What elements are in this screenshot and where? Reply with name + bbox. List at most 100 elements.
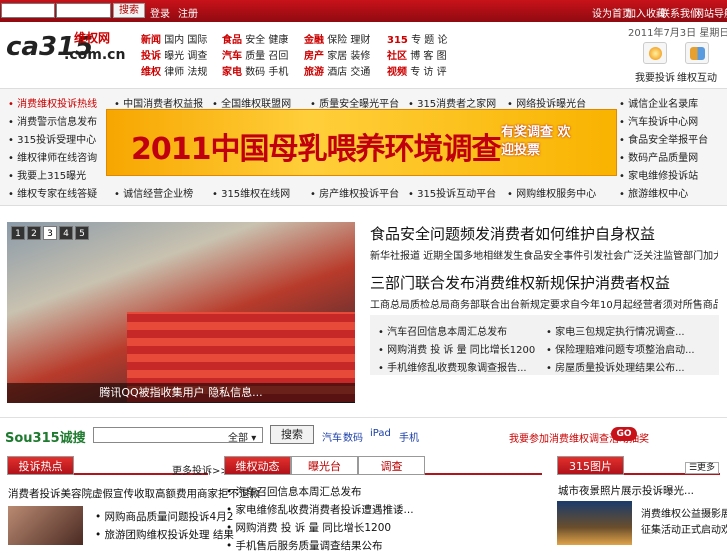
nav-link[interactable]: 曝光 [164, 51, 184, 62]
nav-link[interactable]: 保险 [327, 35, 347, 46]
nav-link[interactable]: 专 [410, 67, 420, 78]
nav-link[interactable]: 食品 [222, 35, 242, 46]
dir-link[interactable]: • 315投诉受理中心 [8, 131, 96, 146]
survey-banner[interactable]: 2011中国母乳喂养环境调查 有奖调查 欢迎投票 [106, 109, 617, 176]
nav-link[interactable]: 手机 [268, 67, 288, 78]
top-search-input[interactable] [1, 3, 55, 18]
tab-photos[interactable]: 315图片 [557, 456, 624, 475]
nav-link[interactable]: 博 [410, 51, 420, 62]
nav-link[interactable]: 房产 [304, 51, 324, 62]
list-item[interactable]: • 网购商品质量问题投诉4月2 [95, 509, 233, 524]
dir-link[interactable]: • 维权专家在线答疑 [8, 185, 97, 200]
dir-link[interactable]: • 食品安全举报平台 [619, 131, 708, 146]
nav-link[interactable]: 专 [411, 35, 421, 46]
sou-hot-link[interactable]: 数码 [343, 429, 363, 444]
nav-link[interactable]: 数码 [245, 67, 265, 78]
slide-page-5[interactable]: 5 [75, 226, 89, 240]
dir-link[interactable]: • 诚信经营企业榜 [114, 185, 193, 200]
nav-link[interactable]: 法规 [187, 67, 207, 78]
list-item[interactable]: • 旅游团购维权投诉处理 结果 [95, 527, 234, 542]
more-button[interactable]: ☰更多 [685, 462, 719, 474]
list-item[interactable]: • 网购消费 投 诉 量 同比增长1200 [226, 520, 391, 535]
sou-hot-link[interactable]: 手机 [399, 429, 419, 444]
dir-link[interactable]: • 维权律师在线咨询 [8, 149, 97, 164]
slide-page-1[interactable]: 1 [11, 226, 25, 240]
dir-link[interactable]: • 汽车投诉中心网 [619, 113, 698, 128]
nav-link[interactable]: 汽车 [222, 51, 242, 62]
list-item[interactable]: • 手机售后服务质量调查结果公布 [226, 538, 383, 553]
nav-link[interactable]: 视频 [387, 67, 407, 78]
headline-title[interactable]: 食品安全问题频发消费者如何维护自身权益 [370, 223, 655, 244]
nav-link[interactable]: 投诉 [141, 51, 161, 62]
dir-link[interactable]: • 315消费者之家网 [408, 95, 496, 110]
sou-select[interactable]: 全部 ▾ [228, 429, 256, 444]
list-item[interactable]: • 汽车召回信息本周汇总发布 [226, 484, 362, 499]
dir-link[interactable]: • 网络投诉曝光台 [507, 95, 586, 110]
list-item[interactable]: • 汽车召回信息本周汇总发布 [378, 323, 507, 338]
list-item[interactable]: • 家电维修乱收费消费者投诉遭遇推诿... [226, 502, 414, 517]
top-search-button[interactable]: 搜索 [113, 3, 145, 18]
nav-link[interactable]: 新闻 [141, 35, 161, 46]
nav-link[interactable]: 客 [423, 51, 433, 62]
nav-link[interactable]: 国内 [164, 35, 184, 46]
sou-hot-link[interactable]: iPad [370, 428, 391, 439]
nav-link[interactable]: 理财 [350, 35, 370, 46]
more-link[interactable]: 更多投诉>> [172, 462, 229, 477]
nav-link[interactable]: 安全 [245, 35, 265, 46]
nav-link[interactable]: 社区 [387, 51, 407, 62]
photo-caption[interactable]: 腾讯QQ被指收集用户 隐私信息... [7, 383, 355, 403]
login-link[interactable]: 登录 [150, 5, 170, 20]
dir-link[interactable]: • 我要上315曝光 [8, 167, 86, 182]
sitemap-link[interactable]: 网站导航 [694, 5, 727, 20]
interaction-button[interactable] [685, 42, 709, 64]
list-item[interactable]: • 网购消费 投 诉 量 同比增长1200 [378, 341, 535, 356]
dir-link[interactable]: • 房产维权投诉平台 [310, 185, 399, 200]
list-item[interactable]: • 房屋质量投诉处理结果公布... [546, 359, 685, 374]
list-item[interactable]: • 保险理赔难问题专项整治启动... [546, 341, 695, 356]
site-logo[interactable]: ca315 .com.cn 维权网 [4, 28, 134, 64]
nav-link[interactable]: 评 [437, 67, 447, 78]
slide-page-2[interactable]: 2 [27, 226, 41, 240]
tab-complaints[interactable]: 投诉热点 [7, 456, 74, 475]
focus-photo[interactable]: 腾讯QQ被指收集用户 隐私信息... [7, 222, 355, 403]
nav-link[interactable]: 访 [423, 67, 433, 78]
sou-search-button[interactable]: 搜索 [270, 425, 314, 444]
nav-link[interactable]: 金融 [304, 35, 324, 46]
nav-link[interactable]: 酒店 [327, 67, 347, 78]
dir-link[interactable]: • 消费警示信息发布 [8, 113, 97, 128]
tab-survey[interactable]: 调查 [358, 456, 425, 475]
go-button[interactable]: GO [611, 427, 637, 441]
tab-news[interactable]: 维权动态 [224, 456, 291, 475]
dir-link[interactable]: • 家电维修投诉站 [619, 167, 698, 182]
dir-link[interactable]: • 数码产品质量网 [619, 149, 698, 164]
right-thumb[interactable] [557, 501, 632, 545]
headline-title[interactable]: 三部门联合发布消费维权新规保护消费者权益 [370, 272, 670, 293]
right-top-title[interactable]: 城市夜景照片展示投诉曝光... [558, 483, 694, 498]
nav-link[interactable]: 召回 [268, 51, 288, 62]
list-item[interactable]: • 家电三包规定执行情况调查... [546, 323, 685, 338]
register-link[interactable]: 注册 [178, 5, 198, 20]
tab-exposure[interactable]: 曝光台 [291, 456, 358, 475]
slide-page-4[interactable]: 4 [59, 226, 73, 240]
left-top-title[interactable]: 消费者投诉美容院虚假宣传收取高额费用商家拒不退款 [8, 486, 260, 501]
dir-link[interactable]: • 旅游维权中心 [619, 185, 688, 200]
top-search-input-2[interactable] [56, 3, 111, 18]
sou-hot-link[interactable]: 汽车 [322, 429, 342, 444]
dir-link[interactable]: • 网购维权服务中心 [507, 185, 596, 200]
dir-link[interactable]: • 诚信企业名录库 [619, 95, 698, 110]
dir-link[interactable]: • 315维权在线网 [212, 185, 290, 200]
dir-link[interactable]: • 消费维权投诉热线 [8, 95, 97, 110]
dir-link[interactable]: • 中国消费者权益报 [114, 95, 203, 110]
nav-link[interactable]: 家电 [222, 67, 242, 78]
nav-link[interactable]: 维权 [141, 67, 161, 78]
list-item[interactable]: • 手机维修乱收费现象调查报告... [378, 359, 527, 374]
nav-link[interactable]: 旅游 [304, 67, 324, 78]
dir-link[interactable]: • 全国维权联盟网 [212, 95, 291, 110]
slide-page-3[interactable]: 3 [43, 226, 57, 240]
nav-link[interactable]: 图 [437, 51, 447, 62]
left-thumb[interactable] [8, 506, 83, 545]
nav-link[interactable]: 交通 [350, 67, 370, 78]
dir-link[interactable]: • 质量安全曝光平台 [310, 95, 399, 110]
nav-link[interactable]: 论 [437, 35, 447, 46]
nav-link[interactable]: 装修 [350, 51, 370, 62]
